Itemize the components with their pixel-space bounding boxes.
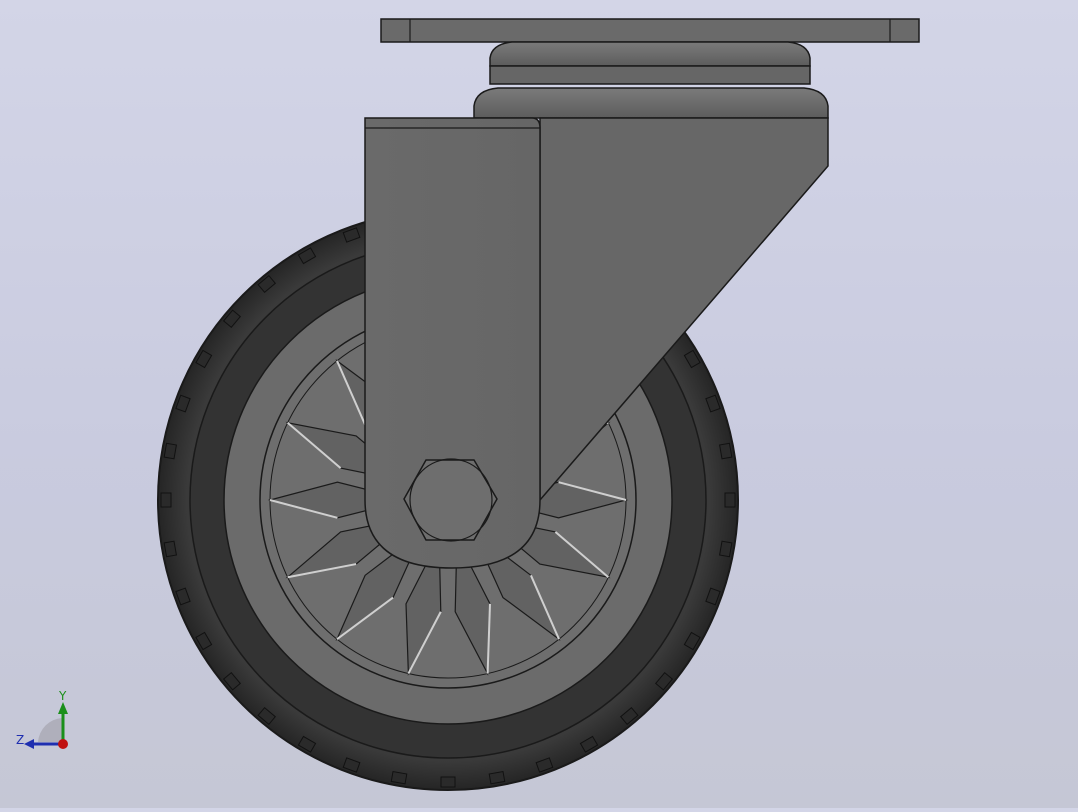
tread-block bbox=[440, 776, 456, 788]
swivel-race-upper bbox=[489, 41, 811, 67]
tread-block bbox=[163, 442, 178, 460]
y-axis-label: Y bbox=[58, 689, 67, 703]
tread-block bbox=[163, 540, 178, 558]
tread-block bbox=[160, 492, 172, 508]
x-axis-dot bbox=[58, 739, 68, 749]
z-axis-label: Z bbox=[16, 733, 24, 747]
view-orientation-triad: Y Z bbox=[16, 689, 68, 749]
swivel-assembly[interactable] bbox=[380, 18, 920, 119]
tread-block bbox=[488, 770, 506, 785]
tread-block bbox=[718, 442, 733, 460]
graphics-viewport[interactable]: Y Z bbox=[0, 0, 1078, 808]
tread-block bbox=[390, 770, 408, 785]
tread-block bbox=[724, 492, 736, 508]
swivel-race-lower bbox=[473, 87, 829, 119]
caster-model[interactable] bbox=[0, 0, 1078, 808]
tread-block bbox=[718, 540, 733, 558]
mounting-plate bbox=[380, 18, 920, 43]
